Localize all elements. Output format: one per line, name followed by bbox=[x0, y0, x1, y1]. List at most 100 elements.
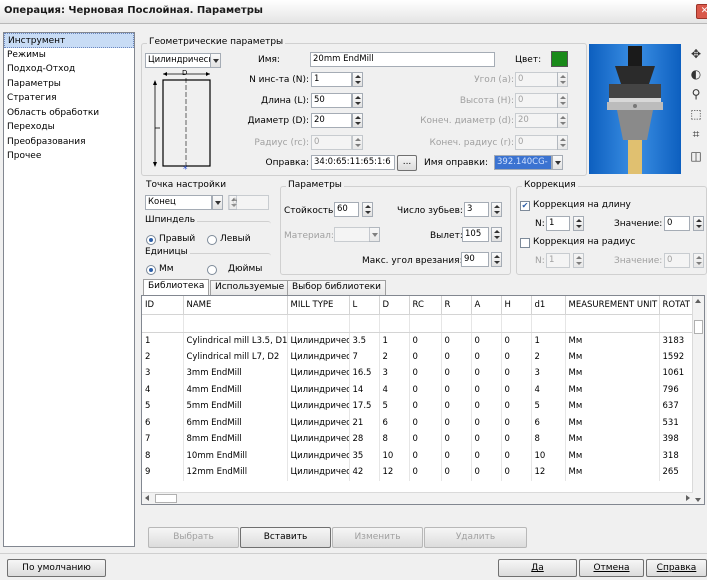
default-button[interactable]: По умолчанию bbox=[7, 559, 106, 577]
table-row[interactable]: 4 4mm EndMill Цилиндричес 14 4 0 0 0 0 4 Мм 796 bbox=[142, 381, 696, 398]
setpoint-spinner[interactable] bbox=[228, 195, 237, 210]
sidebar-item-approach[interactable]: Подход-Отход bbox=[4, 62, 134, 77]
height-field[interactable]: 0 bbox=[515, 93, 558, 108]
chevron-down-icon[interactable] bbox=[212, 195, 223, 210]
column-header[interactable]: A bbox=[471, 296, 502, 315]
spindle-right-radio[interactable] bbox=[146, 235, 156, 245]
close-icon[interactable]: ✕ bbox=[696, 4, 707, 19]
table-row[interactable]: 2 Cylindrical mill L7, D2 Цилиндричес 7 2 0 0 0… bbox=[142, 348, 696, 365]
end-diameter-spinner[interactable] bbox=[557, 113, 568, 128]
radius-value-field[interactable]: 0 bbox=[664, 253, 690, 268]
zoom-icon[interactable]: ⚲ bbox=[688, 87, 704, 101]
tab-select-library[interactable]: Выбор библиотеки bbox=[287, 280, 387, 295]
sidebar-item-transforms[interactable]: Преобразования bbox=[4, 135, 134, 150]
scroll-thumb[interactable] bbox=[694, 320, 703, 334]
table-row[interactable]: 7 8mm EndMill Цилиндричес 28 8 0 0 0 0 8 Мм 398 bbox=[142, 431, 696, 448]
spindle-left-radio[interactable] bbox=[207, 235, 217, 245]
display-mode-icon[interactable]: ◫ bbox=[688, 149, 704, 163]
units-mm-radio[interactable] bbox=[146, 265, 156, 275]
sidebar-item-other[interactable]: Прочее bbox=[4, 149, 134, 164]
column-header[interactable]: H bbox=[501, 296, 532, 315]
column-header[interactable]: d1 bbox=[531, 296, 566, 315]
length-value-spinner[interactable] bbox=[693, 216, 704, 231]
length-value-field[interactable]: 0 bbox=[664, 216, 690, 231]
column-header[interactable]: D bbox=[379, 296, 410, 315]
diameter-spinner[interactable] bbox=[352, 113, 363, 128]
scroll-left-icon[interactable] bbox=[145, 495, 149, 501]
column-header[interactable]: R bbox=[441, 296, 472, 315]
sidebar-item-area[interactable]: Область обработки bbox=[4, 106, 134, 121]
table-row[interactable]: 9 12mm EndMill Цилиндричес 42 12 0 0 0 0 12 Мм 265 bbox=[142, 464, 696, 481]
column-header[interactable]: ID bbox=[142, 296, 184, 315]
radius-correction-checkbox[interactable] bbox=[520, 238, 530, 248]
tab-used[interactable]: Используемые bbox=[210, 280, 290, 295]
sidebar-item-modes[interactable]: Режимы bbox=[4, 48, 134, 63]
holder-name-select[interactable]: 392.140CG- bbox=[494, 155, 552, 170]
sidebar-item-parameters[interactable]: Параметры bbox=[4, 77, 134, 92]
n-spinner[interactable] bbox=[352, 72, 363, 87]
vertical-scrollbar[interactable] bbox=[692, 296, 704, 504]
end-radius-field[interactable]: 0 bbox=[515, 135, 558, 150]
scroll-down-icon[interactable] bbox=[695, 498, 701, 502]
scroll-up-icon[interactable] bbox=[695, 299, 701, 303]
sidebar-item-tool[interactable]: Инструмент bbox=[4, 33, 134, 48]
sidebar-item-strategy[interactable]: Стратегия bbox=[4, 91, 134, 106]
durability-field[interactable]: 60 bbox=[334, 202, 359, 217]
radius-n-spinner[interactable] bbox=[573, 253, 584, 268]
name-field[interactable]: 20mm EndMill bbox=[310, 52, 495, 67]
color-swatch[interactable] bbox=[551, 51, 568, 67]
angle-field[interactable]: 0 bbox=[515, 72, 558, 87]
n-field[interactable]: 1 bbox=[311, 72, 352, 87]
length-n-spinner[interactable] bbox=[573, 216, 584, 231]
ramp-spinner[interactable] bbox=[491, 252, 502, 267]
delete-button[interactable]: Удалить bbox=[424, 527, 527, 548]
overhang-field[interactable]: 105 bbox=[462, 227, 489, 242]
column-header[interactable]: MILL TYPE bbox=[287, 296, 350, 315]
chevron-down-icon[interactable] bbox=[369, 227, 380, 242]
end-diameter-field[interactable]: 20 bbox=[515, 113, 558, 128]
radius-spinner[interactable] bbox=[352, 135, 363, 150]
diameter-field[interactable]: 20 bbox=[311, 113, 352, 128]
teeth-field[interactable]: 3 bbox=[464, 202, 489, 217]
column-header[interactable]: NAME bbox=[183, 296, 288, 315]
teeth-spinner[interactable] bbox=[491, 202, 502, 217]
column-header[interactable]: RC bbox=[409, 296, 442, 315]
select-button[interactable]: Выбрать bbox=[148, 527, 239, 548]
help-button[interactable]: Справка bbox=[646, 559, 707, 577]
radius-n-field[interactable]: 1 bbox=[546, 253, 570, 268]
edit-button[interactable]: Изменить bbox=[332, 527, 423, 548]
table-row[interactable]: 1 Cylindrical mill L3.5, D1 Цилиндричес 3.5… bbox=[142, 332, 696, 349]
overhang-spinner[interactable] bbox=[491, 227, 502, 242]
chevron-down-icon[interactable] bbox=[552, 155, 563, 170]
length-spinner[interactable] bbox=[352, 93, 363, 108]
ramp-field[interactable]: 90 bbox=[461, 252, 489, 267]
sidebar-item-transitions[interactable]: Переходы bbox=[4, 120, 134, 135]
tab-library[interactable]: Библиотека bbox=[143, 279, 210, 295]
horizontal-scrollbar[interactable] bbox=[142, 492, 693, 504]
scroll-right-icon[interactable] bbox=[686, 495, 690, 501]
column-header[interactable]: MEASUREMENT UNIT bbox=[565, 296, 660, 315]
height-spinner[interactable] bbox=[557, 93, 568, 108]
setpoint-select[interactable]: Конец bbox=[145, 195, 212, 210]
units-inch-radio[interactable] bbox=[207, 265, 217, 275]
end-radius-spinner[interactable] bbox=[557, 135, 568, 150]
view-icon[interactable]: ◐ bbox=[688, 67, 704, 81]
filter-row[interactable] bbox=[142, 314, 696, 333]
radius-value-spinner[interactable] bbox=[693, 253, 704, 268]
table-row[interactable]: 5 5mm EndMill Цилиндричес 17.5 5 0 0 0 0 5 Мм 637 bbox=[142, 398, 696, 415]
select-icon[interactable]: ⬚ bbox=[688, 107, 704, 121]
table-row[interactable]: 8 10mm EndMill Цилиндричес 35 10 0 0 0 0 10 Мм 318 bbox=[142, 447, 696, 464]
length-n-field[interactable]: 1 bbox=[546, 216, 570, 231]
table-row[interactable]: 3 3mm EndMill Цилиндричес 16.5 3 0 0 0 0 3 Мм 1061 bbox=[142, 365, 696, 382]
length-correction-checkbox[interactable]: ✔ bbox=[520, 201, 530, 211]
chevron-down-icon[interactable] bbox=[210, 53, 221, 68]
scroll-thumb-h[interactable] bbox=[155, 494, 177, 503]
holder-field[interactable]: 34:0:65:11:65:1:6 bbox=[311, 155, 395, 170]
holder-browse-button[interactable]: ... bbox=[397, 155, 417, 171]
length-field[interactable]: 50 bbox=[311, 93, 352, 108]
durability-spinner[interactable] bbox=[362, 202, 373, 217]
rotate-icon[interactable]: ✥ bbox=[688, 47, 704, 61]
ok-button[interactable]: Да bbox=[498, 559, 577, 577]
cancel-button[interactable]: Отмена bbox=[579, 559, 644, 577]
angle-spinner[interactable] bbox=[557, 72, 568, 87]
